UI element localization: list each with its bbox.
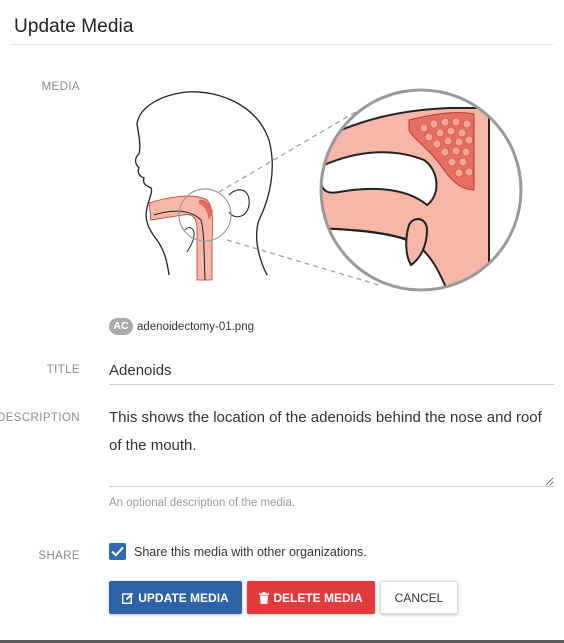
share-checkbox-label: Share this media with other organization… [134,544,367,559]
delete-media-label: DELETE MEDIA [273,590,363,605]
title-divider [12,44,554,45]
share-label: SHARE [38,550,80,562]
dialog-title: Update Media [14,16,134,37]
media-label: MEDIA [41,81,80,93]
update-media-label: UPDATE MEDIA [138,590,229,605]
cancel-label: CANCEL [394,590,444,605]
action-buttons: UPDATE MEDIA DELETE MEDIA CANCEL [109,581,458,614]
file-badge: AC [109,318,133,335]
trash-icon [259,591,270,604]
file-name: adenoidectomy-01.png [137,320,254,333]
edit-icon [122,592,134,604]
cancel-button[interactable]: CANCEL [380,581,458,614]
title-input[interactable] [109,356,554,385]
description-helper-text: An optional description of the media. [109,497,296,509]
share-option[interactable]: Share this media with other organization… [109,543,367,560]
update-media-button[interactable]: UPDATE MEDIA [109,581,242,614]
share-checkbox[interactable] [109,543,126,560]
media-preview-image [109,80,524,300]
media-file-chip: AC adenoidectomy-01.png [109,318,254,335]
title-label: TITLE [46,364,80,376]
checkmark-icon [111,546,124,557]
description-label: DESCRIPTION [0,412,80,424]
delete-media-button[interactable]: DELETE MEDIA [247,581,375,614]
description-textarea[interactable]: This shows the location of the adenoids … [109,404,554,487]
